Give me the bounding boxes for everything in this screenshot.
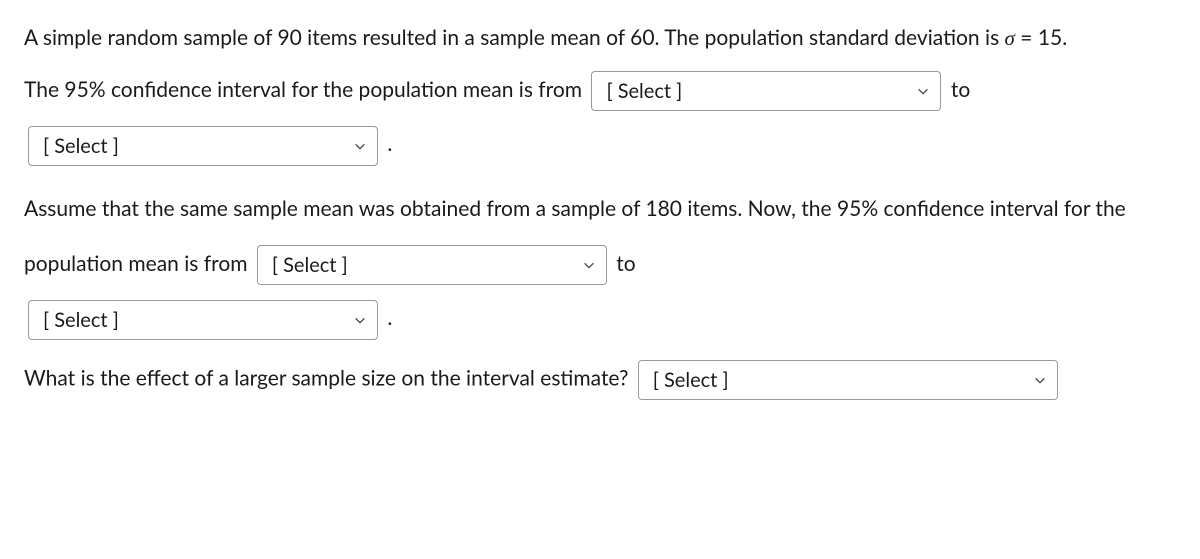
select-placeholder-label: [ Select ] [653,367,1021,393]
ci-180-block: Assume that the same sample mean was obt… [24,182,1176,346]
sigma-symbol: σ [1005,26,1015,50]
chevron-down-icon [353,139,367,153]
chevron-down-icon [1033,373,1047,387]
ci-180-lower-select[interactable]: [ Select ] [257,245,607,285]
effect-block: What is the effect of a larger sample si… [24,360,1176,400]
intro-text-part-a: A simple random sample of 90 items resul… [24,25,1005,50]
intro-paragraph: A simple random sample of 90 items resul… [24,20,1176,57]
select-placeholder-label: [ Select ] [606,78,904,104]
select-placeholder-label: [ Select ] [43,133,341,159]
ci-90-block: The 95% confidence interval for the popu… [24,63,1176,172]
period-2: . [387,305,392,330]
select-placeholder-label: [ Select ] [272,252,570,278]
word-to-1: to [951,77,970,102]
effect-text: What is the effect of a larger sample si… [24,365,634,390]
chevron-down-icon [916,84,930,98]
ci-90-text: The 95% confidence interval for the popu… [24,77,587,102]
word-to-2: to [616,251,635,276]
period-1: . [387,131,392,156]
chevron-down-icon [582,258,596,272]
ci-180-upper-select[interactable]: [ Select ] [28,300,378,340]
ci-90-lower-select[interactable]: [ Select ] [591,71,941,111]
intro-text-part-b: = 15. [1015,25,1067,50]
effect-select[interactable]: [ Select ] [638,360,1058,400]
ci-90-upper-select[interactable]: [ Select ] [28,126,378,166]
chevron-down-icon [353,313,367,327]
select-placeholder-label: [ Select ] [43,307,341,333]
